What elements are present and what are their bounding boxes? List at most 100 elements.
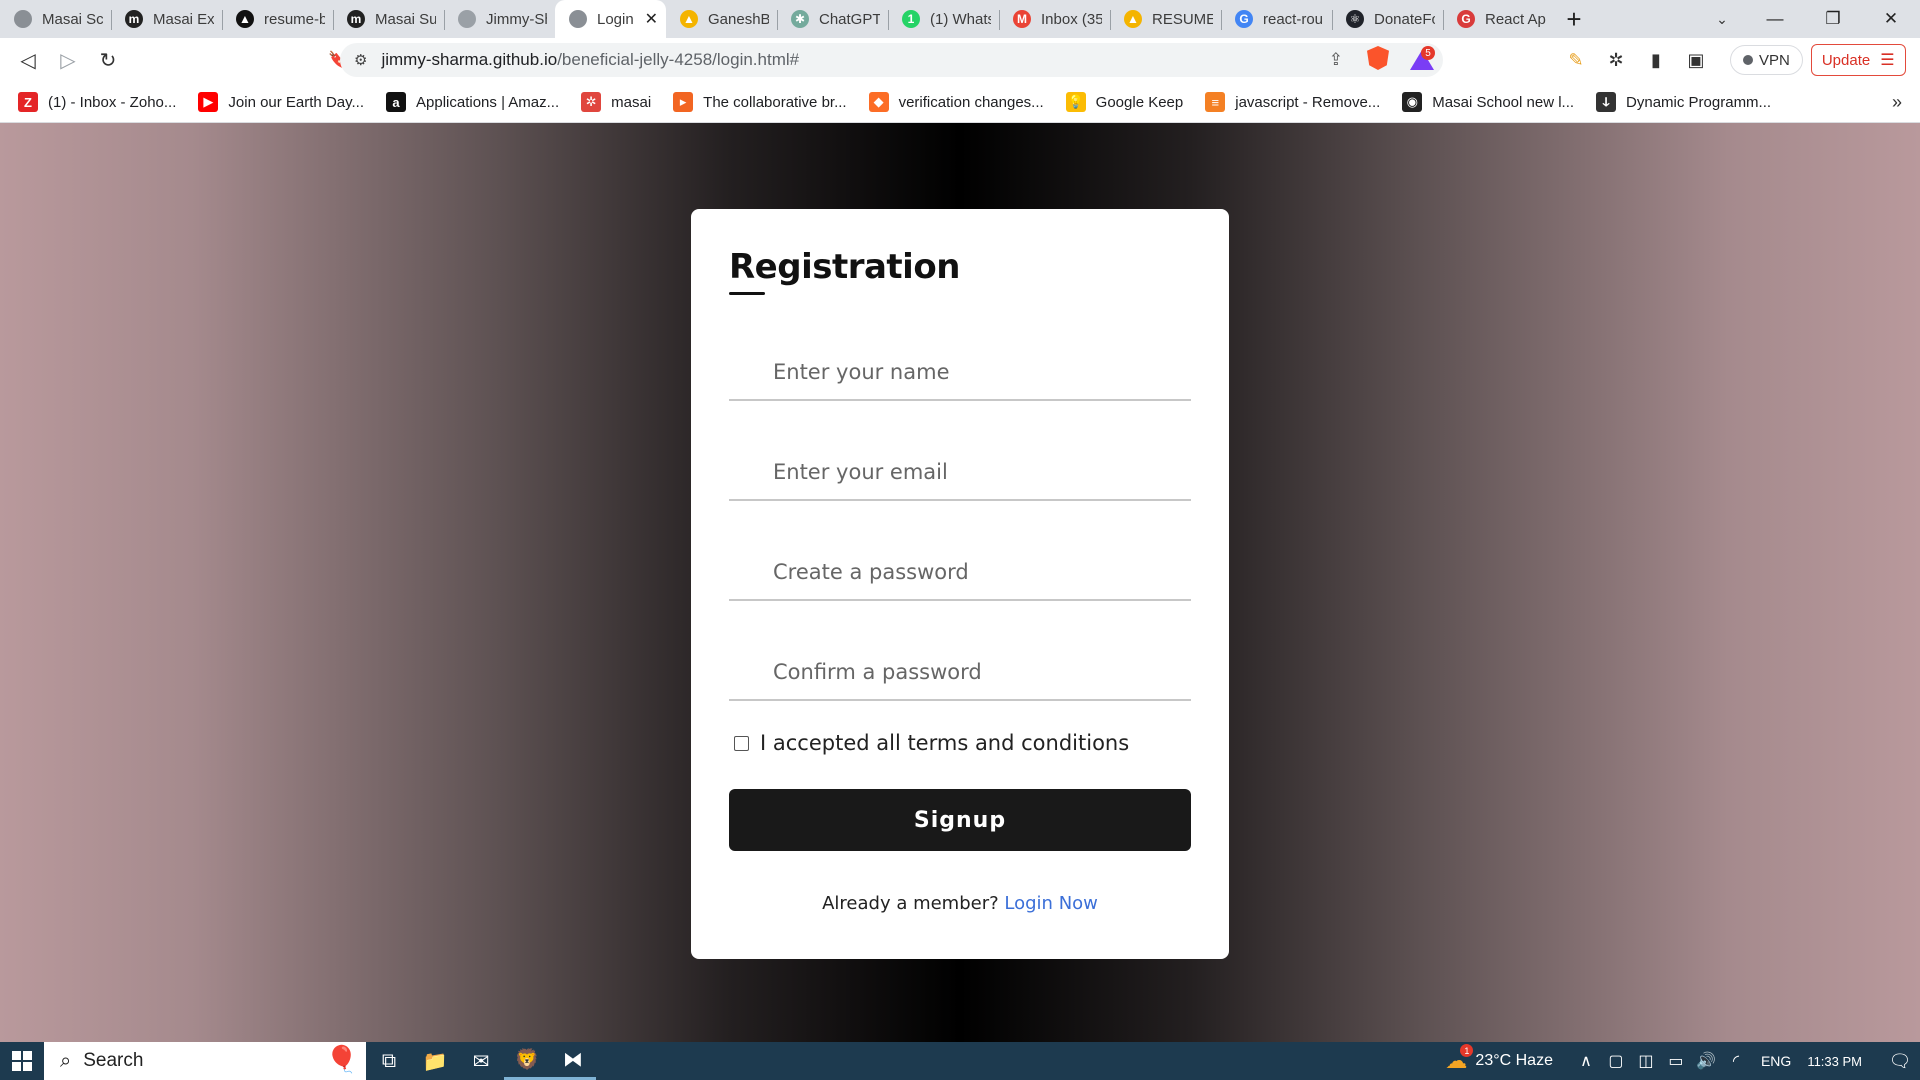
tab-3[interactable]: m Masai Sup (333, 0, 444, 38)
extensions-icon[interactable]: ✲ (1596, 40, 1636, 80)
close-tab-icon[interactable]: ✕ (645, 9, 658, 29)
bookmark-item[interactable]: ▶ Join our Earth Day... (198, 92, 364, 112)
terms-label[interactable]: I accepted all terms and conditions (760, 731, 1129, 755)
tab-title: Jimmy-Sh (486, 10, 547, 28)
tab-6[interactable]: ▲ GaneshBe (666, 0, 777, 38)
sidebar-icon[interactable]: ▮ (1636, 40, 1676, 80)
tab-12[interactable]: ⚛ DonateFo (1332, 0, 1443, 38)
start-button[interactable] (0, 1042, 44, 1080)
restore-button[interactable]: ❐ (1804, 0, 1862, 38)
bookmark-item[interactable]: ◉ Masai School new l... (1402, 92, 1574, 112)
task-view-icon[interactable]: ⧉ (366, 1042, 412, 1080)
share-icon[interactable]: ⇪ (1329, 50, 1343, 70)
tray-chevron-icon[interactable]: ∧ (1571, 1051, 1601, 1071)
tab-9[interactable]: M Inbox (35 (999, 0, 1110, 38)
wifi-icon[interactable]: ◜ (1721, 1051, 1751, 1071)
meet-now-icon[interactable]: ▢ (1601, 1051, 1631, 1071)
notification-icon[interactable]: 🗨 (1880, 1051, 1920, 1072)
reload-button[interactable]: ↻ (88, 40, 128, 80)
search-label: Search (83, 1050, 144, 1071)
bookmark-label: Dynamic Programm... (1626, 93, 1772, 111)
bookmark-label: verification changes... (898, 93, 1044, 111)
bookmarks-overflow-icon[interactable]: » (1892, 92, 1902, 113)
back-button[interactable]: ◁ (8, 40, 48, 80)
tab-title: GaneshBe (708, 10, 769, 28)
tab-0[interactable]: Masai Sch (0, 0, 111, 38)
email-input[interactable] (729, 431, 1191, 499)
volume-icon[interactable]: 🔊 (1691, 1051, 1721, 1071)
bookmark-item[interactable]: ≡ javascript - Remove... (1205, 92, 1380, 112)
password-input[interactable] (729, 531, 1191, 599)
tab-10[interactable]: ▲ RESUME - (1110, 0, 1221, 38)
vpn-button[interactable]: VPN (1730, 45, 1803, 75)
tab-search-chevron-icon[interactable]: ⌄ (1705, 0, 1739, 38)
url-text[interactable]: jimmy-sharma.github.io/beneficial-jelly-… (381, 50, 799, 70)
amazon-icon: a (386, 92, 407, 112)
bookmark-item[interactable]: ↆ Dynamic Programm... (1596, 92, 1771, 112)
bookmark-item[interactable]: ◆ verification changes... (868, 92, 1044, 112)
tab-title: RESUME - (1152, 10, 1213, 28)
google-icon: G (1235, 10, 1253, 28)
tab-1[interactable]: m Masai Exp (111, 0, 222, 38)
tab-title: DonateFo (1374, 10, 1435, 28)
site-settings-icon[interactable]: ⚙ (354, 51, 367, 69)
bookmark-label: javascript - Remove... (1235, 93, 1381, 111)
bookmark-item[interactable]: ✲ masai (581, 92, 651, 112)
update-button[interactable]: Update ☰ (1810, 44, 1906, 76)
registration-card: Registration I accepted all terms and co… (691, 209, 1229, 959)
bookmark-item[interactable]: ▸ The collaborative br... (673, 92, 847, 112)
tab-13[interactable]: G React App (1443, 0, 1554, 38)
vpn-status-icon (1743, 55, 1753, 65)
tab-11[interactable]: Greact-rou (1221, 0, 1332, 38)
login-now-link[interactable]: Login Now (1004, 893, 1097, 914)
terms-checkbox[interactable] (734, 735, 749, 751)
leetcode-icon: ↆ (1596, 92, 1617, 112)
address-bar[interactable]: ⚙ jimmy-sharma.github.io/beneficial-jell… (340, 43, 1443, 77)
close-window-button[interactable]: ✕ (1862, 0, 1920, 38)
wallet-icon[interactable]: ▣ (1676, 40, 1716, 80)
bookmark-label: (1) - Inbox - Zoho... (48, 93, 177, 111)
tab-title: react-rou (1263, 10, 1324, 28)
tab-4[interactable]: Jimmy-Sh (444, 0, 555, 38)
tab-7[interactable]: ✱ ChatGPT (777, 0, 888, 38)
tab-2[interactable]: ▲ resume-b (222, 0, 333, 38)
file-explorer-icon[interactable]: 📁 (412, 1042, 458, 1080)
clock[interactable]: 11:33 PM (1807, 1054, 1862, 1069)
whatsapp-icon: 1 (902, 10, 920, 28)
minimize-button[interactable]: — (1746, 0, 1804, 38)
bookmark-item[interactable]: 💡 Google Keep (1065, 92, 1184, 112)
update-label: Update (1821, 51, 1871, 69)
tab-8[interactable]: 1 (1) Whats (888, 0, 999, 38)
tab-title: Inbox (35 (1041, 10, 1102, 28)
tab-5[interactable]: Login ✕ (555, 0, 666, 38)
globe-icon (569, 10, 587, 28)
pen-icon[interactable]: ✎ (1556, 40, 1596, 80)
tray-icons: ∧ ▢ ◫ ▭ 🔊 ◜ (1571, 1051, 1751, 1071)
bookmark-label: Google Keep (1095, 93, 1184, 111)
new-tab-button[interactable]: + (1554, 0, 1594, 38)
brave-browser-icon[interactable]: 🦁 (504, 1042, 550, 1080)
menu-icon: ☰ (1880, 52, 1895, 69)
weather-widget[interactable]: ☁ 1 23°C Haze (1445, 1044, 1553, 1074)
mail-icon[interactable]: ✉ (458, 1042, 504, 1080)
vscode-icon[interactable]: ⧓ (550, 1042, 596, 1080)
figma-like-icon: ▸ (673, 92, 694, 112)
vercel-icon: ▲ (236, 10, 254, 28)
tab-title: (1) Whats (930, 10, 991, 28)
windows-logo-icon (12, 1051, 32, 1071)
language-indicator[interactable]: ENG (1761, 1053, 1791, 1069)
search-icon: ⌕ (60, 1049, 72, 1072)
masai-m-icon: m (347, 10, 365, 28)
name-input[interactable] (729, 331, 1191, 399)
confirm-password-input[interactable] (729, 631, 1191, 699)
screen-icon[interactable]: ◫ (1631, 1051, 1661, 1071)
forward-button[interactable]: ▷ (48, 40, 88, 80)
bookmark-item[interactable]: a Applications | Amaz... (386, 92, 559, 112)
signup-button[interactable]: Signup (729, 789, 1191, 851)
battery-icon[interactable]: ▭ (1661, 1051, 1691, 1071)
bookmark-item[interactable]: Z (1) - Inbox - Zoho... (18, 92, 176, 112)
weather-icon: ☁ 1 (1445, 1044, 1474, 1074)
github-icon (458, 10, 476, 28)
zoho-icon: Z (18, 92, 38, 112)
taskbar-search[interactable]: ⌕ Search 🎈 (44, 1042, 366, 1080)
